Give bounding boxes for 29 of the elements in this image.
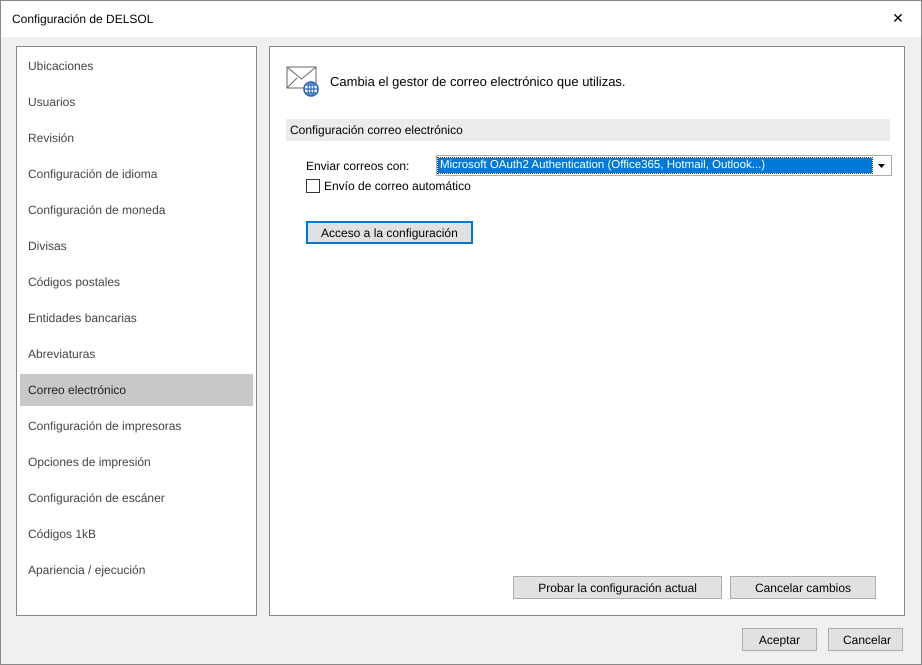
sidebar-item[interactable]: Entidades bancarias bbox=[20, 302, 253, 334]
sidebar-item[interactable]: Códigos 1kB bbox=[20, 518, 253, 550]
sidebar-item[interactable]: Apariencia / ejecución bbox=[20, 554, 253, 586]
sidebar-item[interactable]: Ubicaciones bbox=[20, 50, 253, 82]
sidebar-item[interactable]: Configuración de moneda bbox=[20, 194, 253, 226]
section-title: Configuración correo electrónico bbox=[290, 123, 463, 137]
panel-heading: Cambia el gestor de correo electrónico que utilizas. bbox=[330, 74, 626, 88]
sidebar-item[interactable]: Configuración de idioma bbox=[20, 158, 253, 190]
sidebar-item[interactable]: Códigos postales bbox=[20, 266, 253, 298]
sidebar-item[interactable]: Abreviaturas bbox=[20, 338, 253, 370]
field-label: Enviar correos con: bbox=[306, 158, 410, 172]
sidebar-item[interactable]: Configuración de escáner bbox=[20, 482, 253, 514]
sidebar-item[interactable]: Correo electrónico bbox=[20, 374, 253, 406]
panel-button[interactable]: Cancelar cambios bbox=[730, 576, 876, 599]
dialog-button[interactable]: Aceptar bbox=[742, 628, 817, 651]
sidebar-item[interactable]: Divisas bbox=[20, 230, 253, 262]
sidebar-item[interactable]: Opciones de impresión bbox=[20, 446, 253, 478]
sidebar-item[interactable]: Revisión bbox=[20, 122, 253, 154]
dialog-button[interactable]: Cancelar bbox=[828, 628, 903, 651]
mail-globe-icon bbox=[286, 65, 320, 97]
config-button[interactable]: Acceso a la configuración bbox=[306, 221, 473, 244]
close-button[interactable]: ✕ bbox=[875, 1, 921, 37]
dropdown-arrow-icon bbox=[878, 164, 884, 168]
auto-send-checkbox[interactable]: Envío de correo automático bbox=[306, 179, 471, 193]
sidebar-item[interactable]: Usuarios bbox=[20, 86, 253, 118]
mail-provider-dropdown[interactable]: Microsoft OAuth2 Authentication (Office365, Hotmail, Outlook...) bbox=[436, 155, 892, 176]
window-title: Configuración de DELSOL bbox=[12, 12, 154, 26]
panel-button[interactable]: Probar la configuración actual bbox=[513, 576, 722, 599]
sidebar-item[interactable]: Configuración de impresoras bbox=[20, 410, 253, 442]
